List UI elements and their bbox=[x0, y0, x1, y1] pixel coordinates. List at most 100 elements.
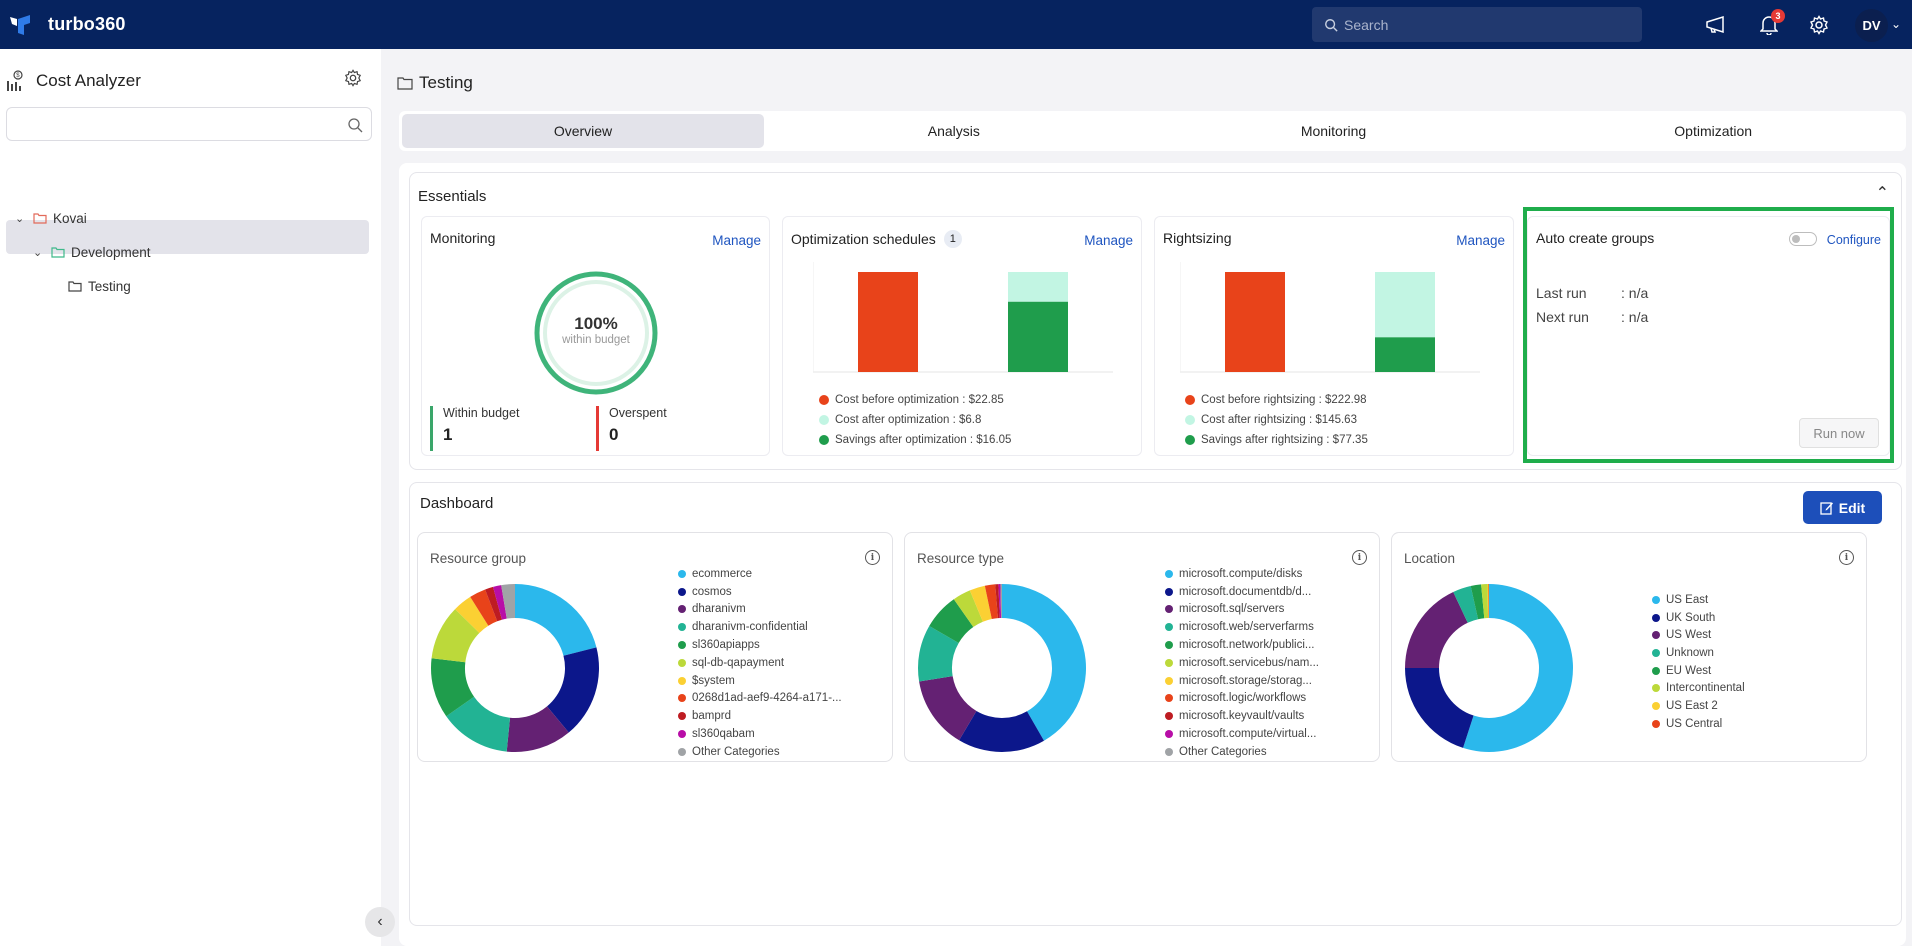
legend-item[interactable]: UK South bbox=[1652, 609, 1745, 627]
legend-swatch bbox=[1165, 623, 1173, 632]
legend-item[interactable]: sl360apiapps bbox=[678, 636, 842, 654]
resource-type-card: Resource type i microsoft.compute/disks m… bbox=[904, 532, 1380, 762]
legend-item[interactable]: bamprd bbox=[678, 707, 842, 725]
edit-label: Edit bbox=[1838, 499, 1866, 516]
brand-name: turbo360 bbox=[48, 14, 126, 34]
legend-item[interactable]: microsoft.documentdb/d... bbox=[1165, 583, 1319, 601]
legend-item[interactable]: Intercontinental bbox=[1652, 679, 1745, 697]
info-icon[interactable]: i bbox=[1352, 550, 1367, 565]
legend-item: Savings after rightsizing : $77.35 bbox=[1185, 430, 1368, 450]
info-icon[interactable]: i bbox=[1839, 550, 1854, 565]
legend-item[interactable]: US East bbox=[1652, 591, 1745, 609]
legend-swatch bbox=[1165, 730, 1173, 739]
legend-item[interactable]: cosmos bbox=[678, 583, 842, 601]
legend-item[interactable]: microsoft.web/serverfarms bbox=[1165, 618, 1319, 636]
legend-swatch bbox=[1652, 595, 1660, 604]
manage-rightsizing-link[interactable]: Manage bbox=[1456, 233, 1505, 248]
legend-label: Savings after rightsizing : $77.35 bbox=[1201, 434, 1368, 446]
legend-swatch bbox=[1165, 747, 1173, 756]
edit-dashboard-button[interactable]: Edit bbox=[1803, 491, 1882, 524]
sidebar-settings-gear-icon[interactable] bbox=[344, 69, 362, 87]
search-icon bbox=[1325, 18, 1338, 32]
legend-swatch bbox=[678, 694, 686, 703]
tree-item-development[interactable]: ⌄ Development bbox=[33, 238, 151, 266]
manage-optimization-link[interactable]: Manage bbox=[1084, 233, 1133, 248]
chevron-down-icon[interactable]: ⌄ bbox=[33, 246, 45, 259]
legend-swatch bbox=[819, 395, 829, 405]
tab-analysis[interactable]: Analysis bbox=[764, 114, 1144, 148]
notifications-button[interactable]: 3 bbox=[1757, 9, 1785, 37]
legend-item[interactable]: dharanivm-confidential bbox=[678, 618, 842, 636]
legend-item[interactable]: Other Categories bbox=[1165, 743, 1319, 761]
chevron-up-icon[interactable]: ⌃ bbox=[1876, 183, 1889, 203]
legend-item[interactable]: sql-db-qapayment bbox=[678, 654, 842, 672]
tab-optimization[interactable]: Optimization bbox=[1523, 114, 1903, 148]
legend-label: Other Categories bbox=[1179, 745, 1267, 758]
legend-item[interactable]: ecommerce bbox=[678, 565, 842, 583]
chart-title: Location bbox=[1404, 551, 1456, 566]
tab-overview[interactable]: Overview bbox=[402, 114, 764, 148]
legend-swatch bbox=[1165, 587, 1173, 596]
legend-label: US East bbox=[1666, 593, 1709, 606]
info-icon[interactable]: i bbox=[865, 550, 880, 565]
legend-item[interactable]: microsoft.servicebus/nam... bbox=[1165, 654, 1319, 672]
legend-swatch bbox=[678, 747, 686, 756]
legend-item[interactable]: sl360qabam bbox=[678, 725, 842, 743]
legend-label: sl360qabam bbox=[692, 728, 755, 741]
legend-label: Unknown bbox=[1666, 646, 1714, 659]
chevron-down-icon[interactable]: ⌄ bbox=[15, 212, 27, 225]
legend-item[interactable]: Unknown bbox=[1652, 644, 1745, 662]
page-title: Testing bbox=[397, 73, 473, 93]
resource-group-donut bbox=[431, 584, 599, 752]
settings-button[interactable] bbox=[1807, 13, 1831, 37]
top-bar: turbo360 Search 3 DV ⌄ bbox=[0, 0, 1912, 49]
legend-item[interactable]: 0268d1ad-aef9-4264-a171-... bbox=[678, 690, 842, 708]
legend-swatch bbox=[1165, 712, 1173, 721]
budget-ring-label: 100% within budget bbox=[533, 314, 659, 346]
legend-item: Cost before optimization : $22.85 bbox=[819, 390, 1011, 410]
legend-item[interactable]: microsoft.logic/workflows bbox=[1165, 690, 1319, 708]
legend-item[interactable]: $system bbox=[678, 672, 842, 690]
legend-item[interactable]: microsoft.compute/virtual... bbox=[1165, 725, 1319, 743]
legend-item[interactable]: microsoft.sql/servers bbox=[1165, 601, 1319, 619]
resource-type-donut bbox=[918, 584, 1086, 752]
user-avatar[interactable]: DV bbox=[1855, 9, 1888, 42]
legend-item[interactable]: dharanivm bbox=[678, 601, 842, 619]
legend-label: Cost after rightsizing : $145.63 bbox=[1201, 414, 1357, 426]
tab-bar: Overview Analysis Monitoring Optimizatio… bbox=[399, 111, 1906, 151]
manage-monitoring-link[interactable]: Manage bbox=[712, 233, 761, 248]
tree-item-label: Kovai bbox=[53, 210, 87, 226]
legend-item[interactable]: US West bbox=[1652, 626, 1745, 644]
legend-swatch bbox=[678, 712, 686, 721]
legend-label: dharanivm bbox=[692, 603, 746, 616]
sidebar-search-input[interactable] bbox=[6, 107, 372, 141]
tree-item-label: Development bbox=[71, 244, 151, 260]
budget-percent: 100% bbox=[574, 314, 618, 333]
legend-label: EU West bbox=[1666, 664, 1712, 677]
legend-label: microsoft.storage/storag... bbox=[1179, 674, 1312, 687]
within-budget-stat: Within budget 1 bbox=[430, 406, 519, 451]
legend-item[interactable]: microsoft.keyvault/vaults bbox=[1165, 707, 1319, 725]
global-search-input[interactable]: Search bbox=[1312, 7, 1642, 42]
edit-icon bbox=[1820, 501, 1833, 515]
legend-item[interactable]: microsoft.network/publici... bbox=[1165, 636, 1319, 654]
location-donut bbox=[1405, 584, 1573, 752]
tree-item-kovai[interactable]: ⌄ Kovai bbox=[15, 204, 87, 232]
logo[interactable]: turbo360 bbox=[8, 13, 126, 37]
legend-item[interactable]: US East 2 bbox=[1652, 697, 1745, 715]
legend-label: Savings after optimization : $16.05 bbox=[835, 434, 1012, 446]
legend-label: bamprd bbox=[692, 710, 731, 723]
tab-monitoring[interactable]: Monitoring bbox=[1144, 114, 1524, 148]
legend-item[interactable]: microsoft.storage/storag... bbox=[1165, 672, 1319, 690]
legend-item[interactable]: microsoft.compute/disks bbox=[1165, 565, 1319, 583]
monitoring-card: Monitoring Manage 100% within budget Wit… bbox=[421, 216, 770, 456]
megaphone-icon bbox=[1706, 16, 1724, 34]
legend-item[interactable]: EU West bbox=[1652, 662, 1745, 680]
budget-caption: within budget bbox=[562, 334, 630, 346]
chevron-down-icon[interactable]: ⌄ bbox=[1891, 17, 1901, 31]
legend-item[interactable]: Other Categories bbox=[678, 743, 842, 761]
tree-item-testing[interactable]: Testing bbox=[68, 272, 131, 300]
announcements-button[interactable] bbox=[1704, 13, 1728, 37]
legend-item[interactable]: US Central bbox=[1652, 715, 1745, 733]
legend-label: microsoft.compute/virtual... bbox=[1179, 728, 1317, 741]
